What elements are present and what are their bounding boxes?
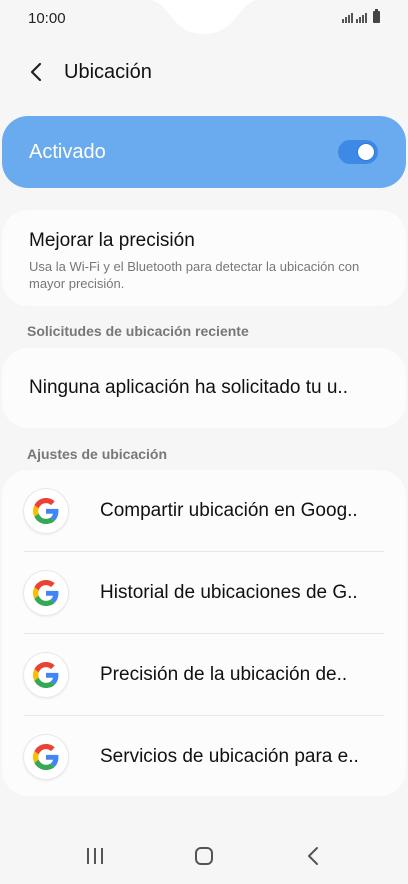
status-bar: 10:00 [0, 0, 408, 38]
recent-apps-button[interactable] [75, 836, 115, 876]
list-item-label: Compartir ubicación en Goog.. [100, 499, 358, 521]
nav-back-button[interactable] [293, 836, 333, 876]
location-toggle[interactable] [338, 140, 378, 164]
page-title: Ubicación [64, 60, 152, 83]
cell-signal-icon [356, 13, 367, 23]
location-settings-header: Ajustes de ubicación [27, 446, 168, 462]
list-item-label: Servicios de ubicación para e.. [100, 745, 359, 767]
recent-requests-empty-text: Ninguna aplicación ha solicitado tu u.. [29, 377, 348, 398]
google-icon [24, 488, 68, 533]
improve-accuracy-description: Usa la Wi-Fi y el Bluetooth para detecta… [29, 259, 360, 291]
back-icon [308, 847, 319, 865]
navigation-bar [0, 828, 408, 884]
status-icons [342, 9, 380, 23]
list-item[interactable]: Historial de ubicaciones de G.. [24, 551, 384, 633]
list-item-label: Precisión de la ubicación de.. [100, 663, 348, 685]
status-time: 10:00 [28, 10, 66, 27]
list-item[interactable]: Precisión de la ubicación de.. [24, 633, 384, 715]
home-icon [194, 847, 213, 865]
list-item[interactable]: Compartir ubicación en Goog.. [24, 470, 384, 551]
master-switch-label: Activado [29, 140, 106, 163]
list-item[interactable]: Servicios de ubicación para e.. [24, 715, 384, 797]
chevron-left-icon [30, 62, 42, 82]
google-icon [24, 652, 68, 697]
back-button[interactable] [24, 60, 48, 84]
improve-accuracy-title: Mejorar la precisión [29, 230, 195, 251]
wifi-signal-icon [342, 13, 353, 23]
camera-notch [148, 0, 260, 34]
google-icon [24, 570, 68, 615]
recent-apps-icon [86, 848, 103, 864]
location-master-switch[interactable]: Activado [2, 116, 406, 188]
recent-requests-header: Solicitudes de ubicación reciente [27, 323, 249, 339]
list-item-label: Historial de ubicaciones de G.. [100, 581, 358, 603]
google-icon [24, 734, 68, 779]
location-settings-card: Compartir ubicación en Goog.. Historial … [2, 470, 406, 796]
battery-icon [373, 9, 380, 23]
header: Ubicación [0, 52, 408, 92]
recent-requests-card: Ninguna aplicación ha solicitado tu u.. [2, 348, 406, 428]
improve-accuracy-item[interactable]: Mejorar la precisión Usa la Wi-Fi y el B… [2, 210, 406, 306]
toggle-knob [357, 143, 375, 161]
home-button[interactable] [184, 836, 224, 876]
